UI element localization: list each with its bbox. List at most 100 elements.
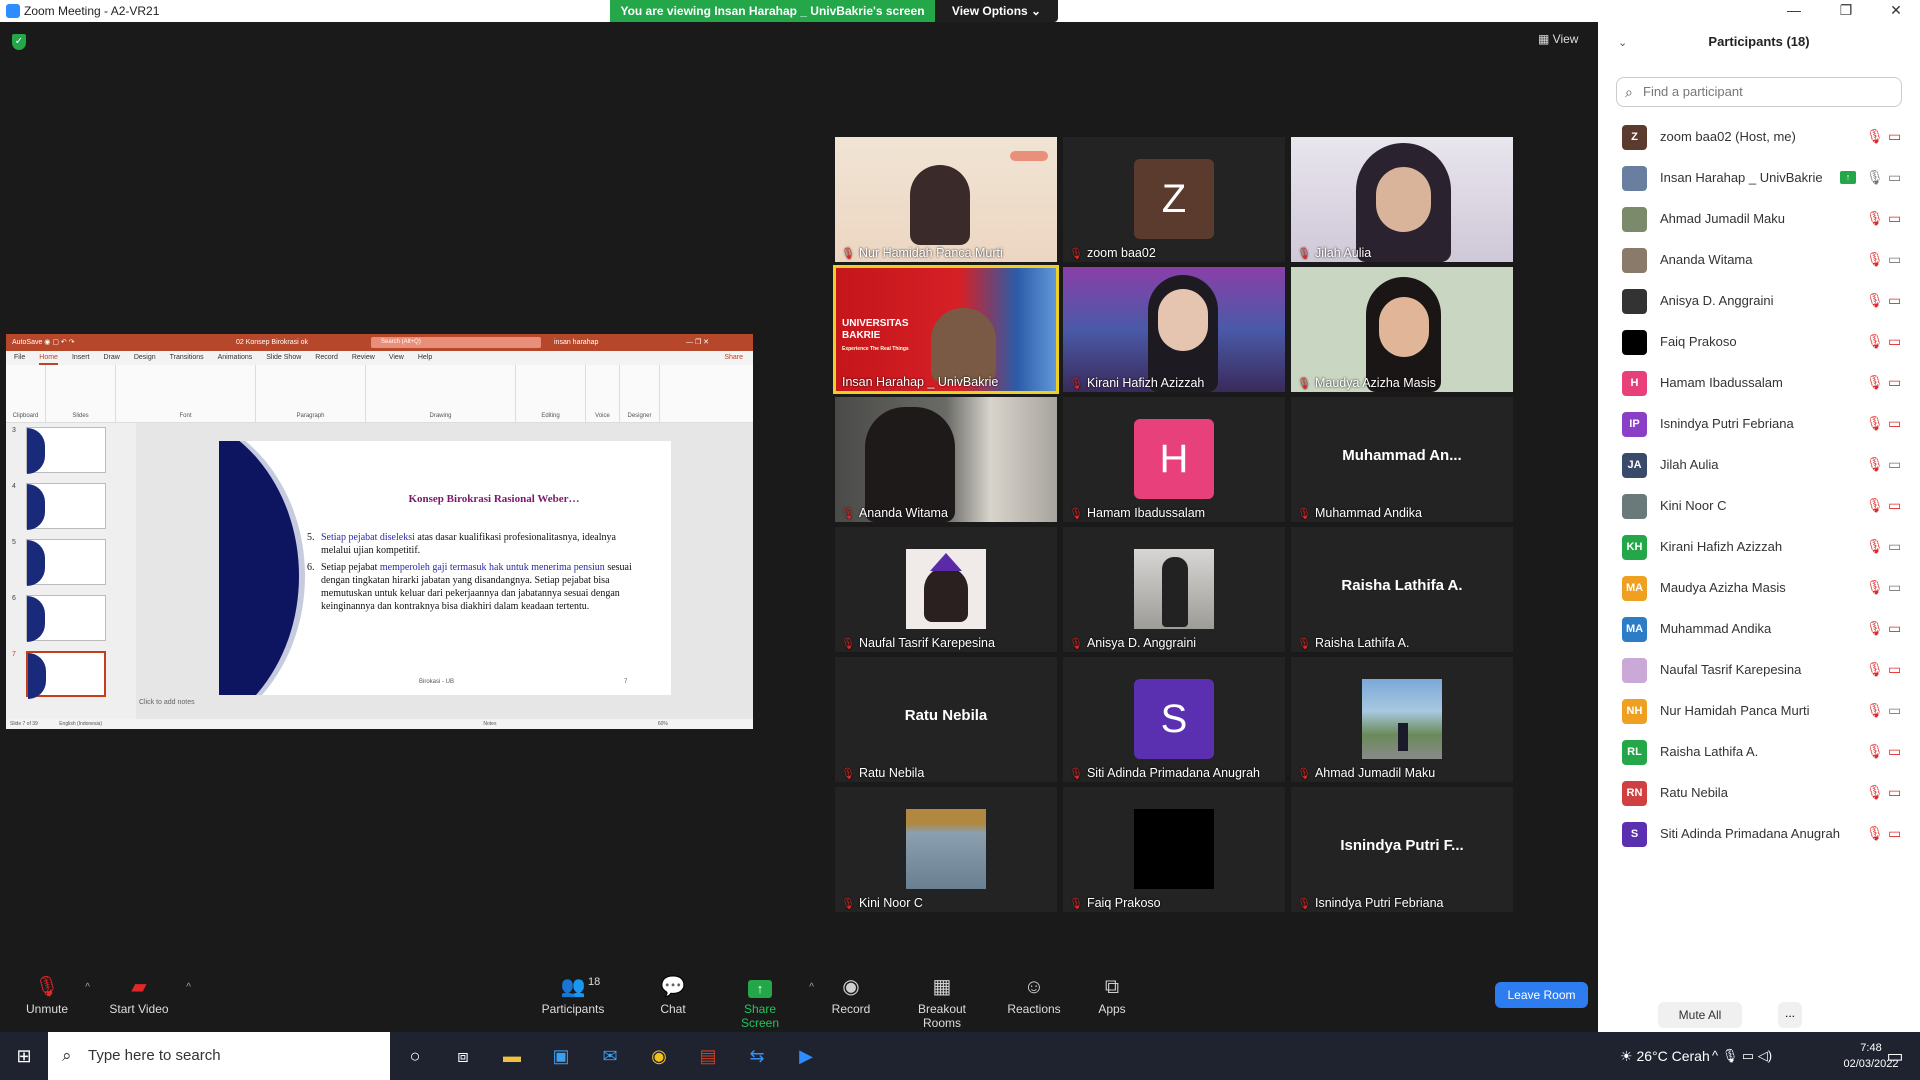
video-off-icon[interactable]: ▭: [1888, 784, 1901, 801]
muted-mic-icon[interactable]: 🎙: [1866, 251, 1884, 268]
participant-row[interactable]: S Siti Adinda Primadana Anugrah 🎙 ▭: [1598, 814, 1920, 855]
close-icon[interactable]: ✕: [1876, 2, 1916, 20]
video-off-icon[interactable]: ▭: [1888, 374, 1901, 391]
participant-row[interactable]: H Hamam Ibadussalam 🎙 ▭: [1598, 363, 1920, 404]
participant-row[interactable]: Kini Noor C 🎙 ▭: [1598, 486, 1920, 527]
participant-row[interactable]: NH Nur Hamidah Panca Murti 🎙 ▭: [1598, 691, 1920, 732]
participant-row[interactable]: RL Raisha Lathifa A. 🎙 ▭: [1598, 732, 1920, 773]
participant-search-input[interactable]: ⌕ Find a participant: [1616, 77, 1902, 107]
participant-row[interactable]: JA Jilah Aulia 🎙 ▭: [1598, 445, 1920, 486]
muted-mic-icon[interactable]: 🎙: [1866, 825, 1884, 842]
apps-button[interactable]: ⧉ Apps: [1096, 972, 1128, 1032]
video-tile[interactable]: 🎙 Jilah Aulia: [1291, 137, 1513, 262]
participant-row[interactable]: Ananda Witama 🎙 ▭: [1598, 240, 1920, 281]
minimize-icon[interactable]: —: [1774, 2, 1814, 20]
video-tile[interactable]: 🎙 Maudya Azizha Masis: [1291, 267, 1513, 392]
video-icon[interactable]: ▭: [1888, 251, 1901, 268]
participant-row[interactable]: RN Ratu Nebila 🎙 ▭: [1598, 773, 1920, 814]
muted-mic-icon[interactable]: 🎙: [1866, 620, 1884, 637]
system-tray[interactable]: ^ 🎙 ▭ ◁): [1712, 1032, 1772, 1080]
video-off-icon[interactable]: ▭: [1888, 661, 1901, 678]
share-screen-button[interactable]: ↑ Share Screen ^: [724, 972, 814, 1032]
video-off-icon[interactable]: ▭: [1888, 825, 1901, 842]
video-tile[interactable]: Z 🎙 zoom baa02: [1063, 137, 1285, 262]
video-icon[interactable]: ▭: [1888, 169, 1901, 186]
muted-mic-icon[interactable]: 🎙: [1866, 374, 1884, 391]
video-tile[interactable]: Ratu Nebila 🎙 Ratu Nebila: [835, 657, 1057, 782]
participants-button[interactable]: 👥 18 Participants: [536, 972, 610, 1032]
video-icon[interactable]: ▭: [1888, 579, 1901, 596]
participant-row[interactable]: Faiq Prakoso 🎙 ▭: [1598, 322, 1920, 363]
participant-row[interactable]: MA Muhammad Andika 🎙 ▭: [1598, 609, 1920, 650]
task-view-icon[interactable]: ⧈: [448, 1042, 478, 1070]
weather-widget[interactable]: ☀ 26°C Cerah: [1620, 1032, 1710, 1080]
participant-row[interactable]: Ahmad Jumadil Maku 🎙 ▭: [1598, 199, 1920, 240]
video-off-icon[interactable]: ▭: [1888, 743, 1901, 760]
participant-row[interactable]: Zzoom baa02 (Host, me) 🎙 ▭: [1598, 117, 1920, 158]
store-icon[interactable]: ▣: [546, 1042, 576, 1070]
participant-row[interactable]: KH Kirani Hafizh Azizzah 🎙 ▭: [1598, 527, 1920, 568]
video-off-icon[interactable]: ▭: [1888, 620, 1901, 637]
reactions-button[interactable]: ☺ Reactions: [1007, 972, 1061, 1032]
muted-mic-icon[interactable]: 🎙: [1866, 292, 1884, 309]
muted-mic-icon[interactable]: 🎙: [1866, 497, 1884, 514]
video-tile[interactable]: H 🎙 Hamam Ibadussalam: [1063, 397, 1285, 522]
muted-mic-icon[interactable]: 🎙: [1866, 579, 1884, 596]
chat-button[interactable]: 💬 Chat: [655, 972, 691, 1032]
teamviewer-icon[interactable]: ⇆: [742, 1042, 772, 1070]
video-tile[interactable]: S 🎙 Siti Adinda Primadana Anugrah: [1063, 657, 1285, 782]
muted-mic-icon[interactable]: 🎙: [1866, 661, 1884, 678]
muted-mic-icon[interactable]: 🎙: [1866, 333, 1884, 350]
video-tile-active-speaker[interactable]: UNIVERSITAS BAKRIE Experience The Real T…: [833, 265, 1059, 394]
video-icon[interactable]: ▭: [1888, 538, 1901, 555]
video-off-icon[interactable]: ▭: [1888, 497, 1901, 514]
chrome-icon[interactable]: ◉: [644, 1042, 674, 1070]
restore-icon[interactable]: ❐: [1826, 2, 1866, 20]
participant-row[interactable]: MA Maudya Azizha Masis 🎙 ▭: [1598, 568, 1920, 609]
view-options-button[interactable]: View Options ⌄: [935, 0, 1058, 22]
security-shield-icon[interactable]: ✓: [12, 34, 26, 50]
start-video-button[interactable]: ▰ Start Video ^: [105, 972, 191, 1032]
zoom-taskbar-icon[interactable]: ▶: [791, 1042, 821, 1070]
caret-up-icon[interactable]: ^: [809, 982, 814, 993]
muted-mic-icon[interactable]: 🎙: [1866, 743, 1884, 760]
taskbar-search-box[interactable]: ⌕ Type here to search: [48, 1032, 390, 1080]
participant-row[interactable]: Naufal Tasrif Karepesina 🎙 ▭: [1598, 650, 1920, 691]
video-off-icon[interactable]: ▭: [1888, 415, 1901, 432]
mic-icon[interactable]: 🎙: [1866, 169, 1884, 186]
participant-row[interactable]: IP Isnindya Putri Febriana 🎙 ▭: [1598, 404, 1920, 445]
participant-row[interactable]: Insan Harahap _ UnivBakrie ↑ 🎙 ▭: [1598, 158, 1920, 199]
video-tile[interactable]: 🎙 Nur Hamidah Panca Murti: [835, 137, 1057, 262]
video-tile[interactable]: 🎙 Ahmad Jumadil Maku: [1291, 657, 1513, 782]
video-tile[interactable]: Isnindya Putri F... 🎙 Isnindya Putri Febr…: [1291, 787, 1513, 912]
powerpoint-icon[interactable]: ▤: [693, 1042, 723, 1070]
caret-up-icon[interactable]: ^: [85, 982, 90, 993]
video-tile[interactable]: 🎙 Faiq Prakoso: [1063, 787, 1285, 912]
video-off-icon[interactable]: ▭: [1888, 210, 1901, 227]
video-tile[interactable]: 🎙 Naufal Tasrif Karepesina: [835, 527, 1057, 652]
shared-screen[interactable]: AutoSave ◉ ▢ ↶ ↷ 02 Konsep Birokrasi ok …: [6, 334, 753, 729]
file-explorer-icon[interactable]: ▬: [497, 1042, 527, 1070]
more-options-button[interactable]: ...: [1778, 1002, 1802, 1028]
video-tile[interactable]: 🎙 Kirani Hafizh Azizzah: [1063, 267, 1285, 392]
video-off-icon[interactable]: ▭: [1888, 333, 1901, 350]
breakout-rooms-button[interactable]: ▦ Breakout Rooms: [898, 972, 986, 1032]
participant-row[interactable]: Anisya D. Anggraini 🎙 ▭: [1598, 281, 1920, 322]
muted-mic-icon[interactable]: 🎙: [1866, 538, 1884, 555]
video-tile[interactable]: 🎙 Kini Noor C: [835, 787, 1057, 912]
muted-mic-icon[interactable]: 🎙: [1866, 784, 1884, 801]
mute-all-button[interactable]: Mute All: [1658, 1002, 1742, 1028]
windows-start-icon[interactable]: ⊞: [9, 1042, 39, 1070]
video-tile[interactable]: Muhammad An... 🎙 Muhammad Andika: [1291, 397, 1513, 522]
cortana-icon[interactable]: ○: [400, 1042, 430, 1070]
video-tile[interactable]: 🎙 Anisya D. Anggraini: [1063, 527, 1285, 652]
video-tile[interactable]: 🎙 Ananda Witama: [835, 397, 1057, 522]
muted-mic-icon[interactable]: 🎙: [1866, 415, 1884, 432]
unmute-button[interactable]: 🎙 Unmute ^: [22, 972, 90, 1032]
leave-room-button[interactable]: Leave Room: [1495, 982, 1588, 1008]
video-off-icon[interactable]: ▭: [1888, 292, 1901, 309]
muted-mic-icon[interactable]: 🎙: [1866, 456, 1884, 473]
muted-mic-icon[interactable]: 🎙: [1866, 128, 1884, 145]
video-tile[interactable]: Raisha Lathifa A. 🎙 Raisha Lathifa A.: [1291, 527, 1513, 652]
video-icon[interactable]: ▭: [1888, 702, 1901, 719]
